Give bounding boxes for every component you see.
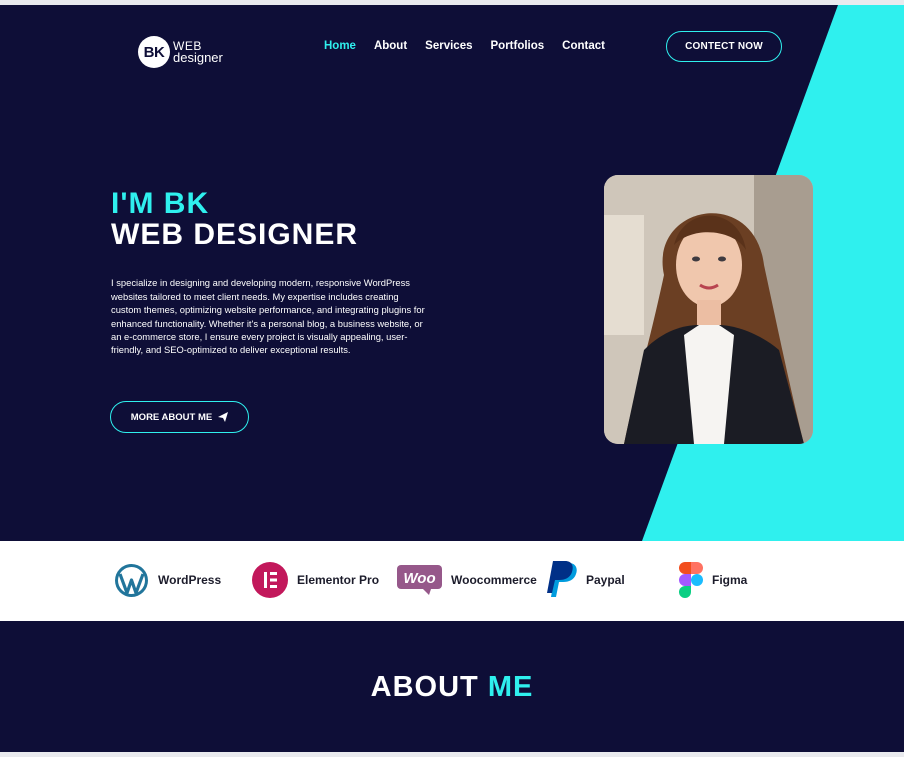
tool-paypal[interactable]: Paypal [545, 561, 625, 599]
paypal-icon [547, 561, 577, 597]
logo-text: WEB designer [173, 40, 223, 64]
elementor-icon [252, 562, 288, 598]
tool-figma[interactable]: Figma [679, 561, 747, 599]
about-heading-word-1: ABOUT [370, 671, 479, 703]
tool-label: Figma [712, 573, 748, 587]
tool-label: Woocommerce [451, 573, 537, 587]
hero-heading-line-2: WEB DESIGNER [111, 218, 359, 251]
nav-about[interactable]: About [374, 40, 407, 52]
profile-photo [604, 175, 813, 444]
about-section: ABOUT ME [0, 621, 904, 752]
main-nav: Home About Services Portfolios Contact [324, 40, 623, 52]
browser-bottom-strip [0, 752, 904, 757]
hero-description: I specialize in designing and developing… [111, 277, 425, 356]
tool-label: Elementor Pro [297, 573, 380, 587]
contact-now-button[interactable]: CONTECT NOW [666, 31, 782, 62]
more-about-me-button[interactable]: MORE ABOUT ME [110, 401, 249, 433]
woocommerce-icon: Woo [397, 565, 442, 595]
logo-badge: BK [138, 36, 170, 68]
tool-woocommerce[interactable]: Woo Woocommerce [397, 561, 537, 599]
nav-home[interactable]: Home [324, 40, 356, 52]
about-heading: ABOUT ME [0, 671, 904, 704]
site-logo[interactable]: BK WEB designer [138, 36, 223, 68]
tools-strip: WordPress Elementor Pro Woo Woocommerce … [0, 541, 904, 621]
paper-plane-icon [218, 412, 229, 422]
wordpress-icon [115, 563, 148, 597]
nav-contact[interactable]: Contact [562, 40, 605, 52]
hero-heading-line-1: I'M BK [111, 187, 210, 220]
tool-label: WordPress [158, 573, 222, 587]
more-about-me-label: MORE ABOUT ME [130, 411, 213, 423]
about-heading-word-2: ME [487, 671, 534, 703]
figma-icon [679, 562, 703, 598]
nav-services[interactable]: Services [425, 40, 472, 52]
tool-elementor[interactable]: Elementor Pro [252, 561, 379, 599]
nav-portfolios[interactable]: Portfolios [491, 40, 545, 52]
portrait-illustration [604, 175, 813, 444]
tool-label: Paypal [586, 573, 625, 587]
logo-line-2: designer [173, 50, 223, 65]
tool-wordpress[interactable]: WordPress [114, 561, 221, 599]
hero-section: BK WEB designer Home About Services Port… [0, 5, 904, 541]
woo-badge-text: Woo [403, 570, 435, 587]
